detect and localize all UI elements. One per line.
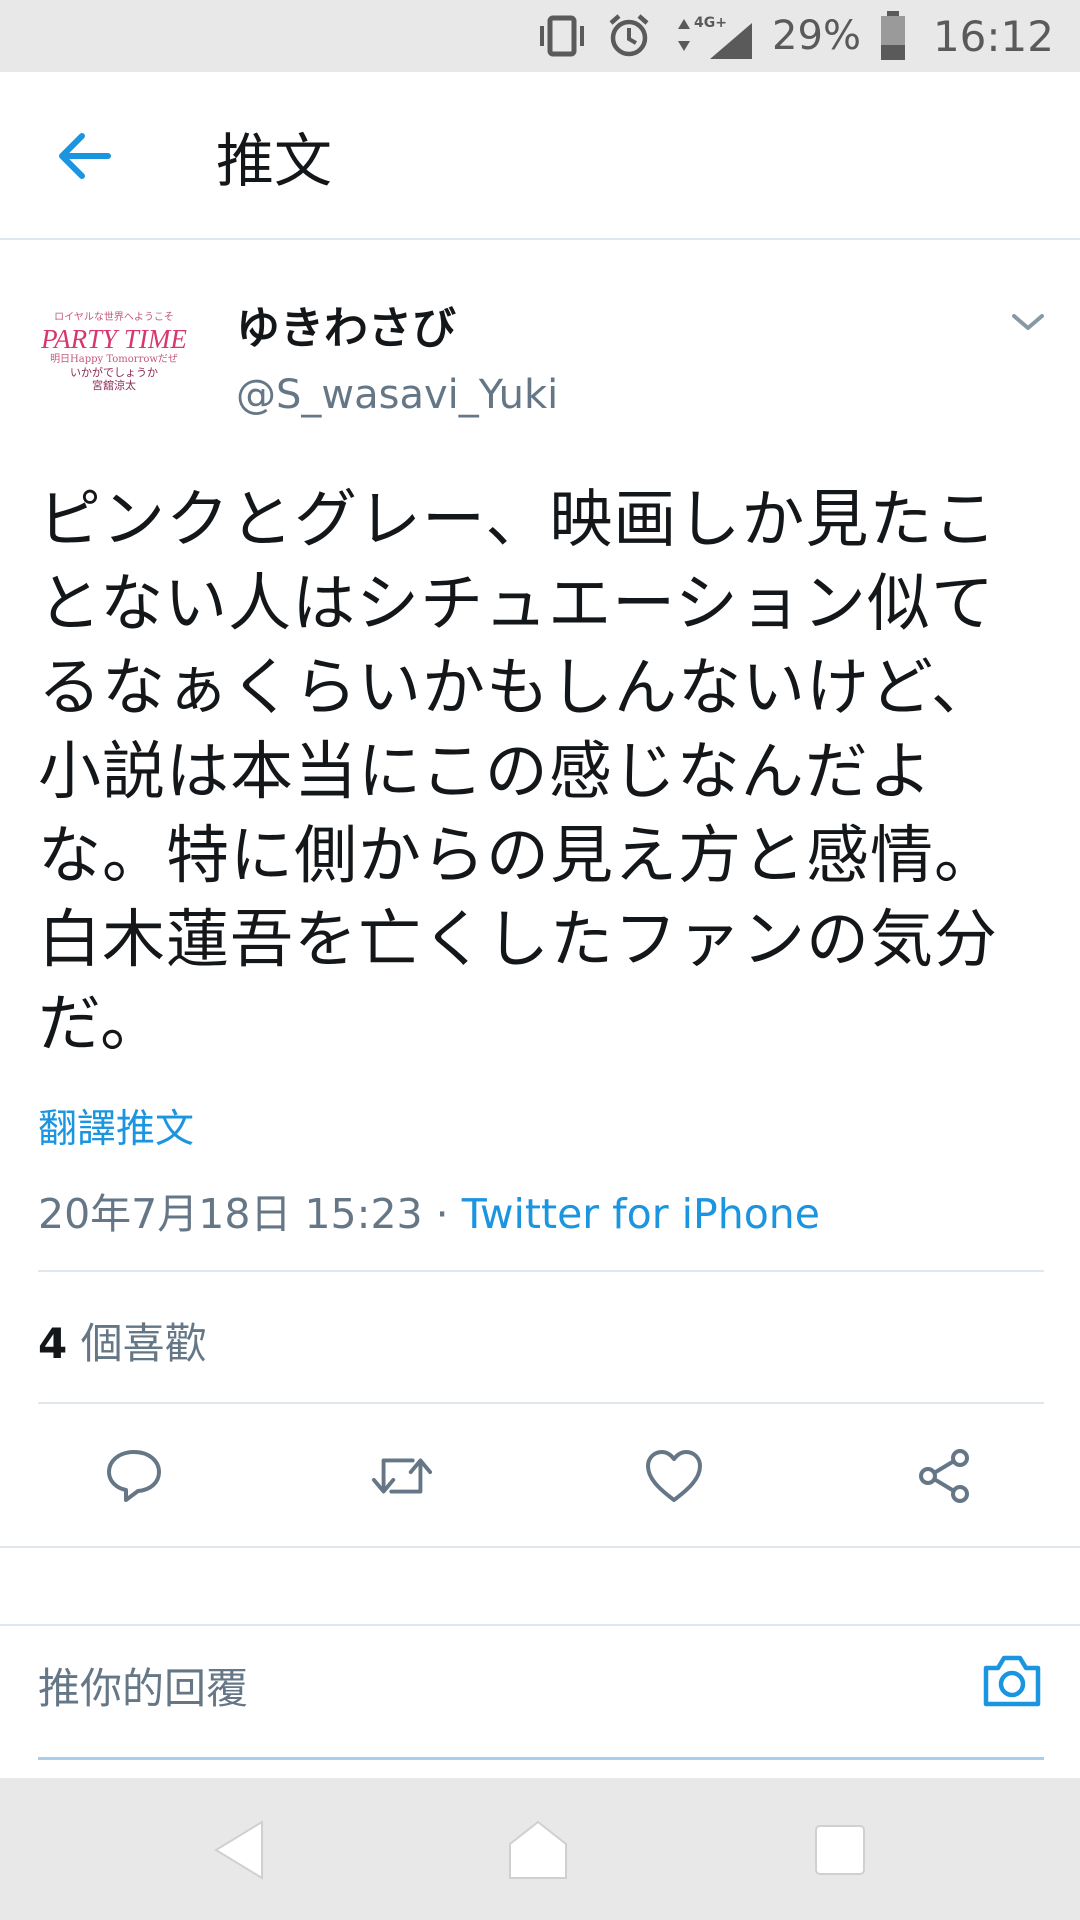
translate-tweet-link[interactable]: 翻譯推文 [38, 1098, 194, 1154]
signal-icon: 4G+ [670, 11, 754, 61]
caret-down-icon [1012, 314, 1044, 330]
system-nav-bar [0, 1778, 1080, 1920]
like-button[interactable] [642, 1444, 706, 1508]
source-link[interactable]: Twitter for iPhone [462, 1190, 820, 1238]
like-icon [646, 1450, 702, 1502]
back-button[interactable] [52, 124, 116, 188]
alarm-icon [606, 13, 652, 59]
avatar[interactable]: ロイヤルな世界へようこそ PARTY TIME 明日Happy Tomorrow… [36, 274, 192, 430]
user-handle[interactable]: @S_wasavi_Yuki [236, 372, 558, 418]
vibrate-icon [536, 14, 588, 58]
svg-text:4G+: 4G+ [694, 15, 727, 31]
timestamp: 20年7月18日 15:23 [38, 1190, 423, 1238]
tweet-meta: 20年7月18日 15:23 · Twitter for iPhone [38, 1180, 820, 1240]
like-label: 個喜歡 [67, 1319, 207, 1368]
nav-back-icon [214, 1820, 263, 1880]
camera-icon [983, 1655, 1041, 1707]
avatar-text-1: ロイヤルな世界へようこそ [54, 312, 174, 323]
divider [38, 1270, 1044, 1272]
nav-recents-icon [815, 1825, 865, 1875]
share-button[interactable] [912, 1444, 976, 1508]
nav-recents-button[interactable] [808, 1818, 872, 1882]
display-name[interactable]: ゆきわさび [236, 292, 456, 356]
reply-composer [38, 1630, 1044, 1760]
avatar-text-5: 宮舘涼太 [92, 379, 136, 392]
retweet-button[interactable] [370, 1444, 434, 1508]
divider [0, 1546, 1080, 1548]
clock: 16:12 [932, 11, 1054, 61]
tweet-text: ピンクとグレー、映画しか見たことない人はシチュエーション似てるなぁくらいかもしん… [38, 483, 998, 1060]
reply-input[interactable] [38, 1658, 938, 1718]
like-count: 4 [38, 1319, 68, 1368]
avatar-text-2: PARTY TIME [41, 324, 187, 354]
battery-icon [879, 11, 907, 61]
tweet-menu-button[interactable] [1008, 302, 1048, 342]
status-bar: 4G+ 29% 16:12 [0, 0, 1080, 72]
divider [0, 1624, 1080, 1626]
share-icon [919, 1449, 969, 1503]
retweet-icon [371, 1458, 433, 1494]
nav-home-icon [509, 1820, 567, 1879]
reply-button[interactable] [102, 1444, 166, 1508]
nav-home-button[interactable] [506, 1818, 570, 1882]
back-arrow-icon [59, 133, 111, 179]
avatar-text-4: いかがでしょうか [70, 366, 158, 379]
divider [38, 1402, 1044, 1404]
nav-back-button[interactable] [208, 1818, 272, 1882]
meta-separator: · [422, 1190, 462, 1238]
page-title: 推文 [216, 127, 333, 195]
app-header: 推文 [0, 72, 1080, 240]
reply-icon [107, 1450, 161, 1502]
camera-button[interactable] [980, 1652, 1044, 1716]
tweet-actions [0, 1420, 1080, 1532]
likes-summary[interactable]: 4 個喜歡 [38, 1310, 207, 1371]
battery-percent: 29% [772, 13, 861, 59]
avatar-text-3: 明日Happy Tomorrowだぜ [50, 354, 178, 365]
